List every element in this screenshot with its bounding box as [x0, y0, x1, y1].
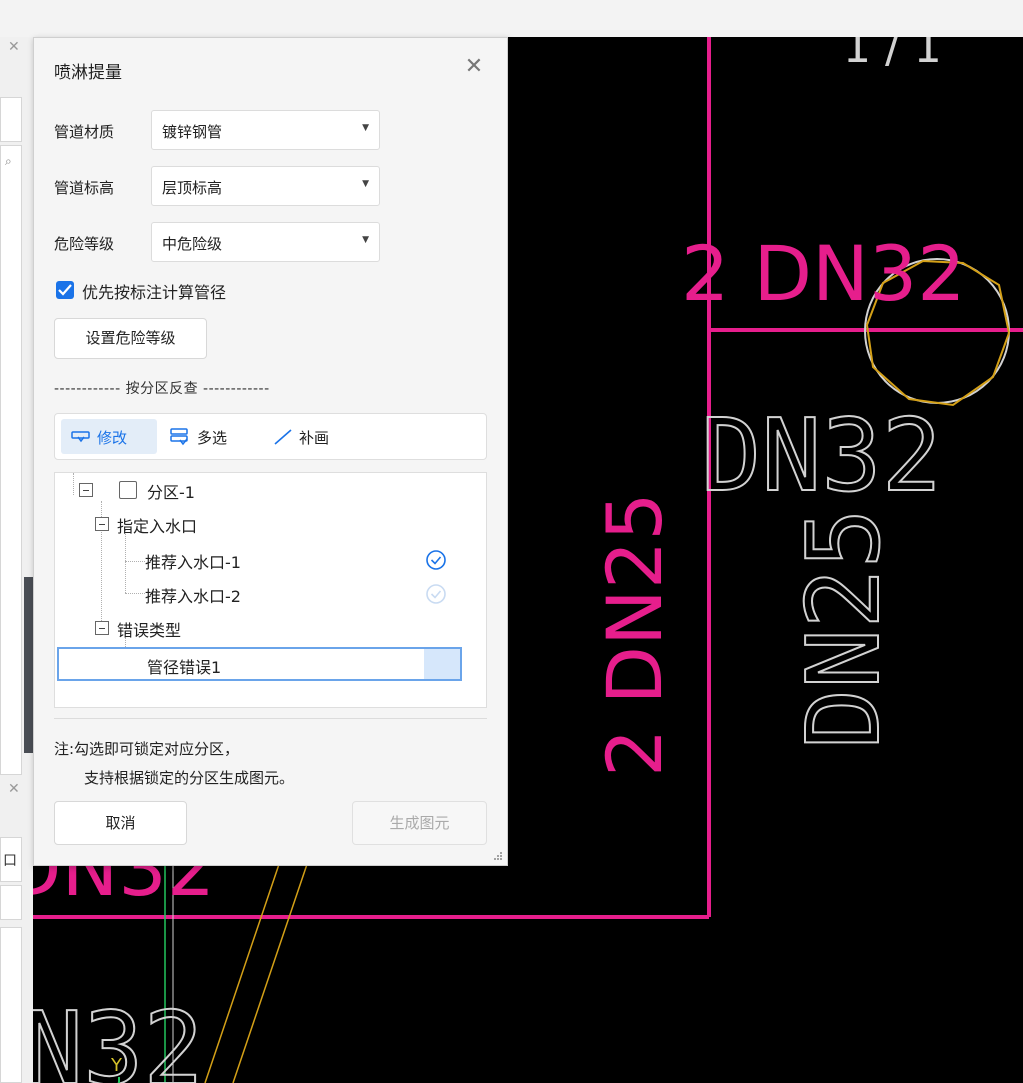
tree-node-error-1[interactable]: 管径错误1 [57, 647, 462, 681]
multiselect-icon [170, 428, 188, 446]
sprinkler-quantity-dialog: 喷淋提量 ✕ 管道材质 镀锌钢管 ▼ 管道标高 层顶标高 ▼ 危险等级 中危险级… [33, 37, 508, 866]
left-panel-close-icon-2[interactable]: ✕ [8, 781, 20, 797]
pipe-elevation-label: 管道标高 [54, 179, 115, 197]
modify-label: 修改 [97, 429, 128, 447]
multiselect-label: 多选 [197, 429, 228, 447]
pipe-material-select[interactable]: 镀锌钢管 ▼ [151, 110, 380, 150]
multiselect-button[interactable]: 多选 [163, 419, 259, 454]
label-2-dn25: 2 DN25 [590, 492, 679, 777]
error-1-label: 管径错误1 [147, 658, 222, 677]
pencil-line-icon [274, 429, 292, 445]
hazard-level-label: 危险等级 [54, 235, 115, 253]
left-panel-box-glyph: 口 [3, 853, 17, 869]
set-hazard-level-button[interactable]: 设置危险等级 [54, 318, 207, 359]
partition-toolbar: 修改 多选 补画 [54, 413, 487, 460]
note-line-1: 注:勾选即可锁定对应分区， [54, 740, 240, 758]
chevron-down-icon: ▼ [362, 179, 369, 189]
tree-node-inlet-2[interactable]: 推荐入水口-2 [55, 583, 475, 609]
tree-node-partition[interactable]: 分区-1 [55, 479, 475, 505]
partition-label: 分区-1 [147, 483, 195, 502]
left-panel-field-2[interactable]: 口 [0, 837, 22, 882]
left-panel-field-3[interactable] [0, 885, 22, 920]
label-dn25-gray: DN25 [785, 508, 902, 749]
error-group-label: 错误类型 [117, 621, 182, 640]
tree-node-inlet-1[interactable]: 推荐入水口-1 [55, 549, 475, 575]
search-icon[interactable]: ⌕ [5, 154, 12, 169]
hazard-level-select[interactable]: 中危险级 ▼ [151, 222, 380, 262]
check-icon [58, 284, 72, 296]
close-icon[interactable]: ✕ [462, 56, 486, 80]
chevron-down-icon: ▼ [362, 235, 369, 245]
inlet-2-label: 推荐入水口-2 [145, 587, 241, 606]
tree-node-error-group[interactable]: 错误类型 [55, 617, 475, 643]
cancel-button[interactable]: 取消 [54, 801, 187, 845]
generate-elements-button[interactable]: 生成图元 [352, 801, 487, 845]
left-side-panel: ✕ ⌕ ✕ 口 [0, 37, 34, 1083]
collapse-icon[interactable] [95, 621, 109, 635]
divider [54, 718, 487, 719]
priority-annotation-label: 优先按标注计算管径 [82, 283, 227, 302]
inlet-1-label: 推荐入水口-1 [145, 553, 241, 572]
pipe-elevation-value: 层顶标高 [162, 179, 223, 197]
selection-highlight [424, 649, 460, 679]
partition-divider: ------------ 按分区反查 ------------ [54, 381, 270, 397]
axis-y-label: Y [110, 1055, 123, 1076]
label-top-partial: 1 / 1 [843, 37, 942, 73]
chevron-down-icon: ▼ [362, 123, 369, 133]
top-toolbar-area [0, 0, 1023, 37]
note-line-2: 支持根据锁定的分区生成图元。 [84, 769, 295, 787]
check-circle-icon[interactable] [425, 549, 447, 571]
left-panel-list-2[interactable] [0, 927, 22, 1083]
panel-collapse-handle[interactable] [24, 577, 33, 753]
pipe-material-value: 镀锌钢管 [162, 123, 223, 141]
partition-checkbox[interactable] [119, 481, 137, 499]
dialog-title: 喷淋提量 [54, 63, 122, 83]
left-panel-field[interactable] [0, 97, 22, 142]
modify-button[interactable]: 修改 [61, 419, 157, 454]
modify-icon [71, 431, 90, 443]
redraw-button[interactable]: 补画 [265, 419, 361, 454]
label-dn32-gray: DN32 [701, 397, 942, 514]
collapse-icon[interactable] [95, 517, 109, 531]
label-2-dn32: 2 DN32 [681, 229, 966, 318]
redraw-label: 补画 [299, 429, 330, 447]
tree-node-inlet-group[interactable]: 指定入水口 [55, 513, 475, 539]
pipe-material-label: 管道材质 [54, 123, 115, 141]
left-panel-close-icon[interactable]: ✕ [8, 39, 20, 55]
partition-tree: 分区-1 指定入水口 推荐入水口-1 推荐入水口-2 错误类型 管径错误1 [54, 472, 487, 708]
priority-annotation-checkbox[interactable] [56, 281, 74, 299]
inlet-group-label: 指定入水口 [117, 517, 198, 536]
check-circle-icon-faded[interactable] [425, 583, 447, 605]
resize-grip-icon[interactable] [493, 851, 503, 861]
left-panel-list[interactable]: ⌕ [0, 145, 22, 775]
pipe-elevation-select[interactable]: 层顶标高 ▼ [151, 166, 380, 206]
collapse-icon[interactable] [79, 483, 93, 497]
hazard-level-value: 中危险级 [162, 235, 223, 253]
